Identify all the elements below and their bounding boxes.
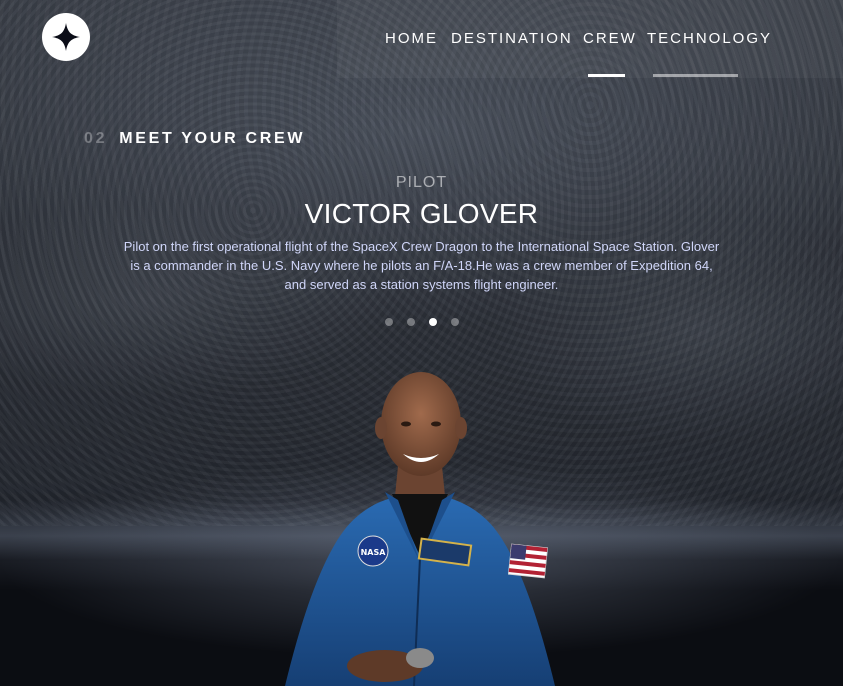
svg-text:NASA: NASA	[361, 548, 387, 557]
slider-dot-3[interactable]	[429, 318, 437, 326]
main-nav: HOME DESTINATION CREW TECHNOLOGY	[385, 30, 772, 47]
nav-destination[interactable]: DESTINATION	[451, 30, 583, 47]
logo[interactable]	[42, 13, 90, 61]
crew-portrait: NASA	[285, 372, 555, 686]
nav-crew[interactable]: CREW	[583, 30, 647, 47]
crew-bio: Pilot on the first operational flight of…	[123, 239, 720, 292]
crew-slider-dots	[385, 318, 459, 326]
page-title-text: MEET YOUR CREW	[119, 130, 306, 147]
nav-home[interactable]: HOME	[385, 30, 451, 47]
page-number: 02	[84, 130, 108, 147]
nav-hover-indicator	[653, 74, 738, 77]
site-header: HOME DESTINATION CREW TECHNOLOGY	[0, 0, 843, 78]
slider-dot-4[interactable]	[451, 318, 459, 326]
page-title: 02 MEET YOUR CREW	[84, 130, 305, 148]
slider-dot-2[interactable]	[407, 318, 415, 326]
crew-role: PILOT	[395, 174, 448, 191]
crew-name: VICTOR GLOVER	[304, 198, 539, 229]
star-icon	[52, 23, 80, 51]
nav-active-indicator	[588, 74, 625, 77]
slider-dot-1[interactable]	[385, 318, 393, 326]
nav-technology[interactable]: TECHNOLOGY	[647, 30, 772, 47]
